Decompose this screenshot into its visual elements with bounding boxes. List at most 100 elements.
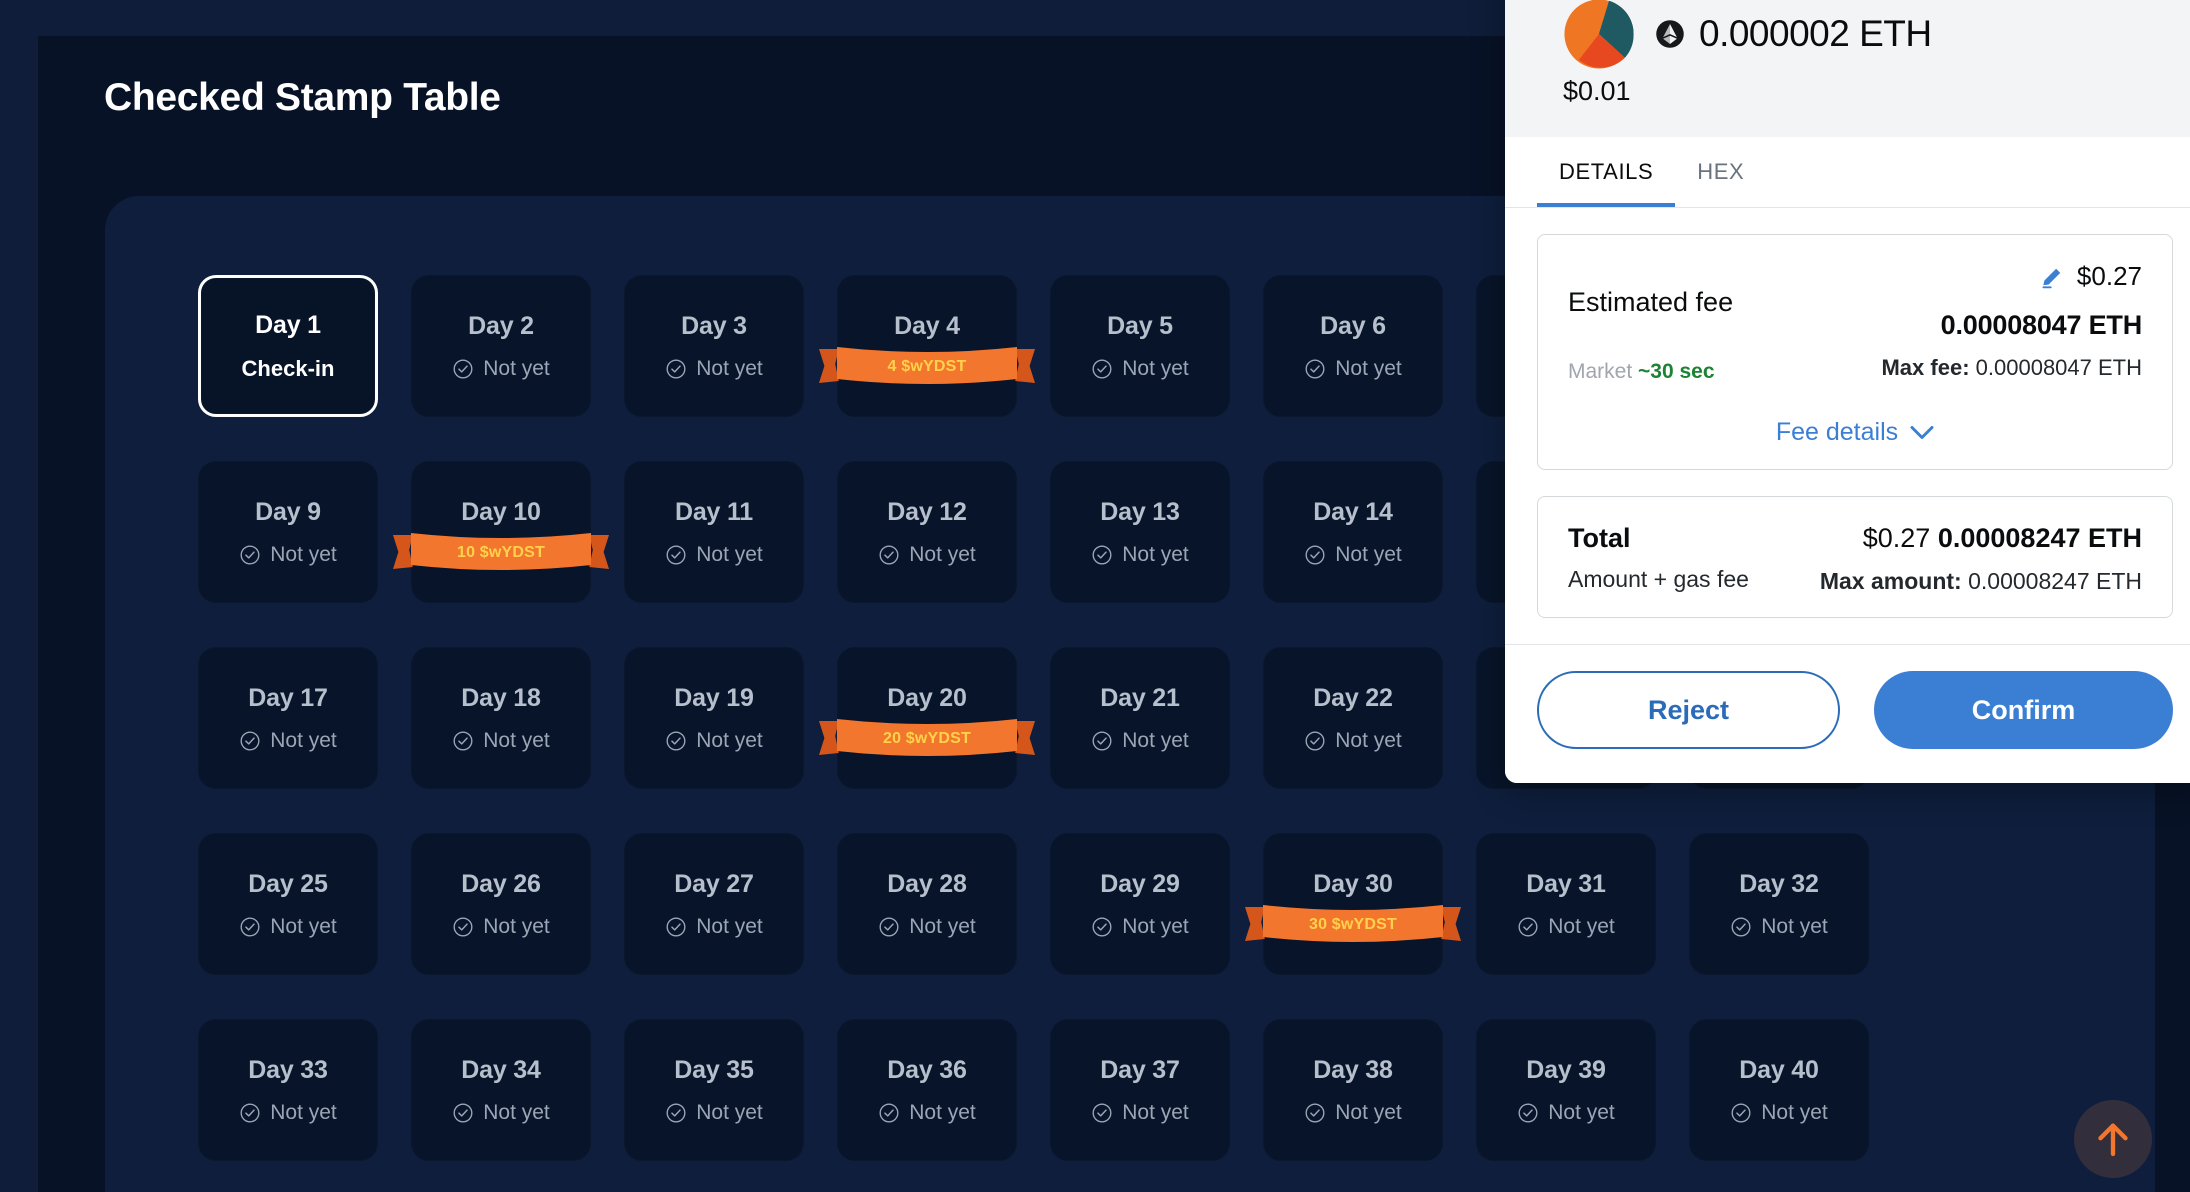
day-card-status-text: Not yet <box>1122 729 1189 753</box>
day-card[interactable]: Day 1Check-in <box>198 275 378 417</box>
day-card[interactable]: Day 21 Not yet <box>1050 647 1230 789</box>
day-card[interactable]: Day 22Not yet <box>1263 647 1443 789</box>
check-circle-icon <box>1304 916 1326 938</box>
day-card-status: Not yet <box>878 1101 976 1125</box>
confirm-button[interactable]: Confirm <box>1874 671 2173 749</box>
tab-hex[interactable]: HEX <box>1675 137 1766 207</box>
day-card-status: Not yet <box>1091 915 1189 939</box>
day-card-label: Day 33 <box>248 1056 327 1085</box>
day-card[interactable]: Day 27Not yet <box>624 833 804 975</box>
day-card-status-text: Not yet <box>270 543 337 567</box>
day-card-label: Day 35 <box>674 1056 753 1085</box>
fee-market-speed: ~30 sec <box>1638 360 1715 383</box>
day-card-status: Not yet <box>878 543 976 567</box>
day-card[interactable]: Day 13Not yet <box>1050 461 1230 603</box>
day-card-status-text: Not yet <box>696 357 763 381</box>
day-card[interactable]: Day 9Not yet <box>198 461 378 603</box>
day-card[interactable]: Day 25Not yet <box>198 833 378 975</box>
day-card-status-text: Not yet <box>483 357 550 381</box>
day-card-status-text: Not yet <box>1761 915 1828 939</box>
day-card[interactable]: Day 11 Not yet <box>624 461 804 603</box>
day-card[interactable]: Day 17Not yet <box>198 647 378 789</box>
check-circle-icon <box>452 916 474 938</box>
day-card[interactable]: Day 14 Not yet <box>1263 461 1443 603</box>
day-card-label: Day 21 <box>1100 684 1179 713</box>
check-circle-icon <box>1517 916 1539 938</box>
estimated-fee-card: Estimated fee Market ~30 sec $0.2 <box>1537 234 2173 470</box>
day-card-label: Day 40 <box>1739 1056 1818 1085</box>
day-card-status-text: Not yet <box>696 543 763 567</box>
day-card-label: Day 36 <box>887 1056 966 1085</box>
day-card[interactable]: Day 38Not yet <box>1263 1019 1443 1161</box>
check-circle-icon <box>878 358 900 380</box>
fee-details-toggle[interactable]: Fee details <box>1568 418 2142 447</box>
day-card[interactable]: Day 4Not yet4 $wYDST <box>837 275 1017 417</box>
day-card[interactable]: Day 31Not yet <box>1476 833 1656 975</box>
day-card-status: Not yet <box>239 1101 337 1125</box>
day-card-label: Day 14 <box>1313 498 1392 527</box>
day-card[interactable]: Day 35Not yet <box>624 1019 804 1161</box>
total-label: Total <box>1568 523 1749 554</box>
day-card-status: Not yet <box>878 729 976 753</box>
day-card[interactable]: Day 34Not yet <box>411 1019 591 1161</box>
day-card-label: Day 26 <box>461 870 540 899</box>
day-card[interactable]: Day 2Not yet <box>411 275 591 417</box>
day-card-label: Day 11 <box>675 498 753 527</box>
pencil-icon[interactable] <box>2039 264 2065 290</box>
day-card[interactable]: Day 26 Not yet <box>411 833 591 975</box>
day-card[interactable]: Day 3Not yet <box>624 275 804 417</box>
day-card[interactable]: Day 40Not yet <box>1689 1019 1869 1161</box>
day-card[interactable]: Day 30Not yet30 $wYDST <box>1263 833 1443 975</box>
day-card[interactable]: Day 36 Not yet <box>837 1019 1017 1161</box>
day-card-status-text: Not yet <box>270 729 337 753</box>
day-card-label: Day 6 <box>1320 312 1386 341</box>
total-eth: 0.00008247 ETH <box>1938 523 2142 553</box>
scroll-to-top-button[interactable] <box>2074 1100 2152 1178</box>
day-card-status: Not yet <box>452 1101 550 1125</box>
day-card[interactable]: Day 39Not yet <box>1476 1019 1656 1161</box>
check-circle-icon <box>878 1102 900 1124</box>
eth-token-icon <box>1655 19 1685 49</box>
total-fiat: $0.27 <box>1863 523 1931 553</box>
day-card[interactable]: Day 33 Not yet <box>198 1019 378 1161</box>
day-card-label: Day 12 <box>887 498 966 527</box>
amount-value: 0.000002 ETH <box>1699 13 1932 55</box>
day-card[interactable]: Day 12 Not yet <box>837 461 1017 603</box>
day-card-label: Day 22 <box>1313 684 1392 713</box>
day-card-status-text: Not yet <box>1335 1101 1402 1125</box>
day-card-status: Not yet <box>665 729 763 753</box>
day-card-status-text: Not yet <box>483 915 550 939</box>
day-card-status: Not yet <box>452 729 550 753</box>
day-card-status-text: Not yet <box>483 729 550 753</box>
day-card-status-text: Not yet <box>1335 543 1402 567</box>
day-card[interactable]: Day 32Not yet <box>1689 833 1869 975</box>
day-card[interactable]: Day 20Not yet20 $wYDST <box>837 647 1017 789</box>
day-card[interactable]: Day 37Not yet <box>1050 1019 1230 1161</box>
check-circle-icon <box>1730 1102 1752 1124</box>
day-card-status: Not yet <box>1304 543 1402 567</box>
day-card-status-text: Not yet <box>909 1101 976 1125</box>
day-card[interactable]: Day 28Not yet <box>837 833 1017 975</box>
tab-details[interactable]: DETAILS <box>1537 137 1675 207</box>
day-card-label: Day 18 <box>461 684 540 713</box>
day-card-status-text: Not yet <box>909 915 976 939</box>
day-card[interactable]: Day 18 Not yet <box>411 647 591 789</box>
day-card-status-text: Not yet <box>1548 1101 1615 1125</box>
fee-eth-amount: 0.00008047 ETH <box>1881 310 2142 341</box>
day-card[interactable]: Day 29Not yet <box>1050 833 1230 975</box>
check-circle-icon <box>1091 1102 1113 1124</box>
reject-button[interactable]: Reject <box>1537 671 1840 749</box>
day-card-label: Day 31 <box>1526 870 1605 899</box>
day-card-status-text: Not yet <box>270 915 337 939</box>
fee-fiat: $0.27 <box>2077 261 2142 292</box>
amount-row: 0.000002 ETH <box>1563 0 2179 70</box>
day-card[interactable]: Day 6Not yet <box>1263 275 1443 417</box>
check-circle-icon <box>239 916 261 938</box>
day-card[interactable]: Day 10Not yet10 $wYDST <box>411 461 591 603</box>
day-card-label: Day 30 <box>1313 870 1392 899</box>
day-card[interactable]: Day 19Not yet <box>624 647 804 789</box>
day-card-label: Day 5 <box>1107 312 1173 341</box>
day-card[interactable]: Day 5Not yet <box>1050 275 1230 417</box>
day-card-status-text: Not yet <box>696 729 763 753</box>
arrow-up-icon <box>2093 1119 2133 1159</box>
